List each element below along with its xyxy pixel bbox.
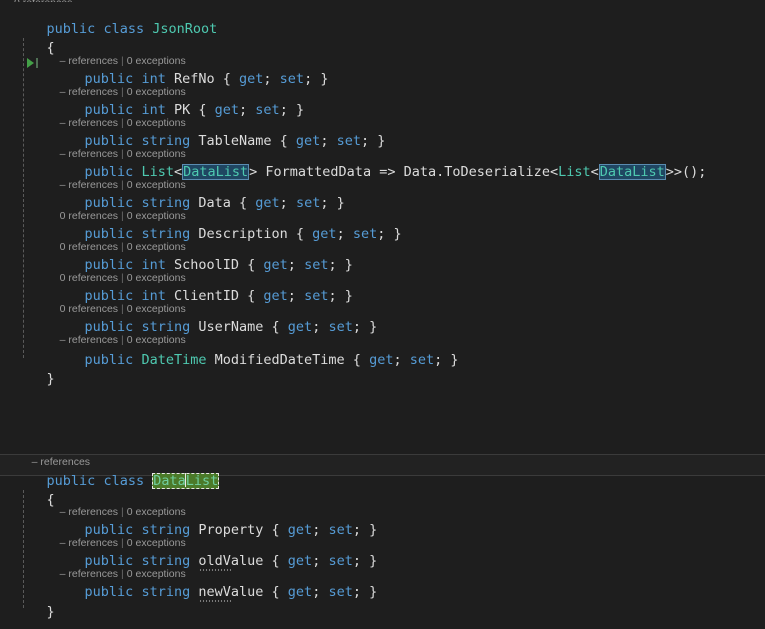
code-editor[interactable]: 0 references public class JsonRoot { – r… — [0, 0, 765, 629]
accessor-set: set — [279, 71, 305, 87]
member-description[interactable]: public string Description { get; set; } — [52, 210, 402, 242]
close-brace-datalist: } — [14, 588, 55, 620]
accessor-get: get — [255, 195, 280, 211]
codelens-clientid[interactable]: 0 references | 0 exceptions — [48, 260, 186, 284]
rename-text-left: Data — [153, 473, 186, 489]
keyword-class: class — [103, 21, 145, 37]
class-declaration-jsonroot[interactable]: public class JsonRoot — [14, 5, 218, 37]
reference-highlight-datalist-usage[interactable]: DataList — [598, 164, 666, 180]
codelens-clipped-top[interactable]: 0 references — [14, 0, 214, 2]
accessor-get: get — [369, 352, 394, 368]
member-accessors: { — [222, 71, 240, 87]
member-formatteddata[interactable]: public List<DataList> FormattedData => D… — [52, 148, 706, 180]
rename-field-datalist[interactable]: DataList — [152, 473, 220, 489]
modifier: public — [84, 584, 134, 600]
class-declaration-datalist[interactable]: public class DataList — [14, 457, 220, 489]
codelens-newvalue[interactable]: – references | 0 exceptions — [48, 556, 186, 580]
accessor-set: set — [328, 553, 353, 569]
member-data[interactable]: public string Data { get; set; } — [52, 179, 345, 211]
method-name: ToDeserialize — [444, 164, 550, 180]
member-oldvalue[interactable]: public string oldValue { get; set; } — [52, 537, 378, 569]
member-modifieddatetime[interactable]: public DateTime ModifiedDateTime { get; … — [52, 336, 459, 368]
member-name: ModifiedDateTime — [214, 352, 345, 368]
codelens-description[interactable]: 0 references | 0 exceptions — [48, 198, 186, 222]
accessor-get: get — [214, 102, 240, 118]
brace-close: } — [46, 604, 55, 620]
lambda-arrow: => — [379, 164, 396, 180]
member-name: Data — [198, 195, 231, 211]
codelens-schoolid[interactable]: 0 references | 0 exceptions — [48, 229, 186, 253]
accessor-get: get — [312, 226, 337, 242]
accessor-get: get — [287, 553, 313, 569]
open-brace-datalist: { — [14, 476, 55, 508]
accessor-set: set — [328, 584, 353, 600]
codelens-oldvalue[interactable]: – references | 0 exceptions — [48, 525, 186, 549]
codelens-datalist-class[interactable]: – references — [20, 444, 90, 468]
member-newvalue[interactable]: public string newValue { get; set; } — [52, 568, 378, 600]
member-schoolid[interactable]: public int SchoolID { get; set; } — [52, 241, 353, 273]
codelens-data[interactable]: – references | 0 exceptions — [48, 167, 186, 191]
rename-text-right: List — [185, 473, 219, 489]
accessor-get: get — [263, 288, 288, 304]
accessor-set: set — [328, 319, 353, 335]
expression-tail: >>(); — [665, 164, 707, 180]
reference-highlight-datalist-declared[interactable]: DataList — [182, 164, 250, 180]
member-type: string — [141, 584, 191, 600]
member-property[interactable]: public string Property { get; set; } — [52, 506, 378, 538]
codelens-refno[interactable]: – references | 0 exceptions — [48, 43, 186, 67]
member-name: UserName — [198, 319, 264, 335]
accessor-get: get — [287, 319, 313, 335]
accessor-get: get — [295, 133, 321, 149]
member-name: TableName — [198, 133, 272, 149]
member-name: Property — [198, 522, 264, 538]
member-refno[interactable]: public int RefNo { get; set; } — [52, 55, 329, 87]
accessor-get: get — [239, 71, 264, 87]
modifier: public — [84, 352, 134, 368]
target-object: Data — [403, 164, 437, 180]
keyword-class: class — [103, 473, 145, 489]
accessor-set: set — [336, 133, 361, 149]
member-name: oldValue — [198, 553, 264, 569]
accessor-set: set — [352, 226, 378, 242]
accessor-set: set — [304, 257, 329, 273]
member-tablename[interactable]: public string TableName { get; set; } — [52, 117, 386, 149]
generic-type-list-inner: List — [558, 164, 591, 180]
member-clientid[interactable]: public int ClientID { get; set; } — [52, 272, 353, 304]
codelens-username[interactable]: 0 references | 0 exceptions — [48, 291, 186, 315]
accessor-set: set — [328, 522, 353, 538]
member-name: Description — [198, 226, 288, 242]
member-pk[interactable]: public int PK { get; set; } — [52, 86, 305, 118]
close-brace-jsonroot: } — [14, 355, 55, 387]
brace-close: } — [46, 371, 55, 387]
codelens-tablename[interactable]: – references | 0 exceptions — [48, 105, 186, 129]
class-name-jsonroot: JsonRoot — [152, 21, 218, 37]
accessor-set: set — [304, 288, 329, 304]
accessor-set: set — [409, 352, 435, 368]
accessor-get: get — [263, 257, 288, 273]
run-triangle-icon — [27, 58, 34, 68]
accessor-set: set — [295, 195, 321, 211]
generic-close-bracket: > — [249, 164, 258, 180]
member-type: DateTime — [141, 352, 207, 368]
codelens-formatteddata[interactable]: – references | 0 exceptions — [48, 136, 186, 160]
member-name: FormattedData — [265, 164, 372, 180]
indent-guide-jsonroot — [23, 38, 24, 358]
codelens-modifieddatetime[interactable]: – references | 0 exceptions — [48, 322, 186, 346]
run-test-icon[interactable] — [26, 56, 40, 70]
accessor-get: get — [287, 522, 313, 538]
codelens-property[interactable]: – references | 0 exceptions — [48, 494, 186, 518]
member-username[interactable]: public string UserName { get; set; } — [52, 303, 378, 335]
accessor-get: get — [287, 584, 313, 600]
run-bar-icon — [36, 58, 38, 68]
member-name: newValue — [198, 584, 264, 600]
accessor-set: set — [255, 102, 280, 118]
codelens-pk[interactable]: – references | 0 exceptions — [48, 74, 186, 98]
codelens-clipped-text: 0 references — [14, 0, 72, 2]
open-brace-jsonroot: { — [14, 24, 55, 56]
